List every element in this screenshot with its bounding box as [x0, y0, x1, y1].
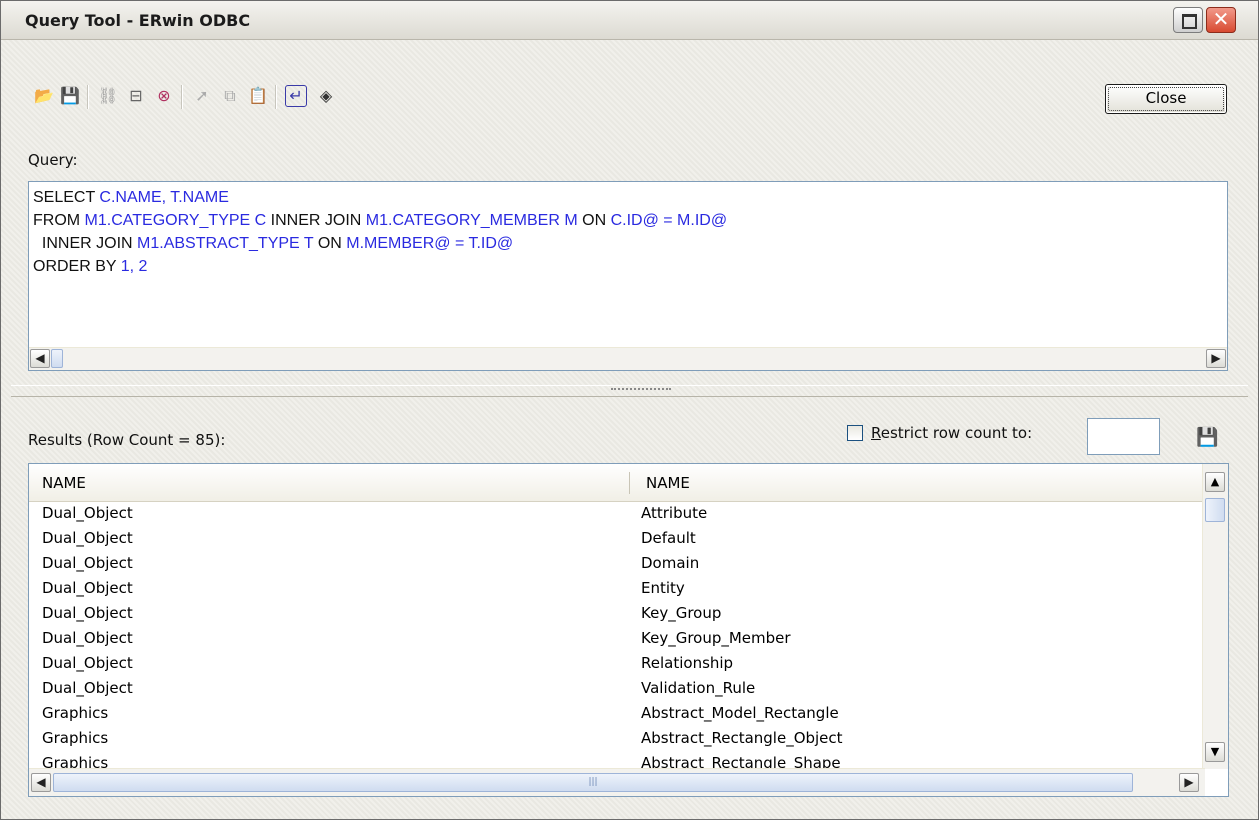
- restrict-row-count-checkbox[interactable]: [847, 425, 863, 441]
- cell-type-name[interactable]: Validation_Rule: [641, 679, 755, 697]
- table-row[interactable]: Dual_Object Default: [29, 527, 1199, 552]
- cell-category-name[interactable]: Dual_Object: [42, 504, 133, 522]
- sql-identifier: M1.ABSTRACT_TYPE T: [137, 235, 318, 252]
- results-label: Results (Row Count = 85):: [28, 431, 226, 449]
- cell-type-name[interactable]: Default: [641, 529, 696, 547]
- cell-category-name[interactable]: Dual_Object: [42, 604, 133, 622]
- sql-keyword: ON: [317, 235, 347, 252]
- results-grid[interactable]: NAME NAME Dual_Object Attribute Dual_Objec…: [28, 463, 1229, 797]
- table-row[interactable]: Dual_Object Domain: [29, 552, 1199, 577]
- restrict-row-count-input[interactable]: [1087, 418, 1160, 455]
- paste-icon[interactable]: 📋: [247, 85, 269, 107]
- sql-identifier: M1.CATEGORY_TYPE C: [84, 212, 271, 229]
- scroll-right-button[interactable]: ▶: [1179, 773, 1199, 792]
- sql-keyword: ON: [582, 212, 611, 229]
- query-label: Query:: [28, 151, 78, 169]
- sql-keyword: SELECT: [33, 189, 100, 206]
- open-icon[interactable]: 📂: [33, 85, 55, 107]
- table-row[interactable]: Dual_Object Key_Group: [29, 602, 1199, 627]
- table-row[interactable]: Dual_Object Entity: [29, 577, 1199, 602]
- close-button[interactable]: Close: [1105, 84, 1227, 114]
- cell-type-name[interactable]: Relationship: [641, 654, 733, 672]
- cell-type-name[interactable]: Domain: [641, 554, 699, 572]
- scroll-thumb[interactable]: [51, 349, 63, 368]
- cell-category-name[interactable]: Dual_Object: [42, 629, 133, 647]
- column-header-name-2[interactable]: NAME: [646, 474, 690, 492]
- sql-keyword: INNER JOIN: [270, 212, 366, 229]
- restrict-label-text: estrict row count to:: [880, 424, 1033, 442]
- window-title: Query Tool - ERwin ODBC: [25, 11, 251, 30]
- query-tool-window: Query Tool - ERwin ODBC ✕ 📂 💾 ⛓ ⊟ ⊗ ➚ ⧉ …: [0, 0, 1259, 820]
- cell-category-name[interactable]: Graphics: [42, 704, 108, 722]
- table-row[interactable]: Dual_Object Key_Group_Member: [29, 627, 1199, 652]
- table-row[interactable]: Dual_Object Attribute: [29, 502, 1199, 527]
- scroll-left-button[interactable]: ◀: [30, 349, 50, 368]
- grid-header: NAME NAME: [29, 464, 1205, 502]
- query-editor[interactable]: SELECT C.NAME, T.NAME FROM M1.CATEGORY_TY…: [28, 181, 1228, 371]
- table-row[interactable]: Graphics Abstract_Rectangle_Object: [29, 727, 1199, 752]
- sql-keyword: FROM: [33, 212, 85, 229]
- cell-category-name[interactable]: Dual_Object: [42, 679, 133, 697]
- window-close-button[interactable]: ✕: [1206, 7, 1236, 33]
- maximize-button[interactable]: [1173, 7, 1203, 33]
- sql-keyword: ORDER BY: [33, 258, 121, 275]
- cell-type-name[interactable]: Abstract_Rectangle_Object: [641, 729, 843, 747]
- cell-category-name[interactable]: Graphics: [42, 729, 108, 747]
- vertical-scroll-thumb[interactable]: [1205, 498, 1225, 522]
- save-icon[interactable]: 💾: [59, 85, 81, 107]
- table-row[interactable]: Graphics Abstract_Model_Rectangle: [29, 702, 1199, 727]
- scroll-left-button[interactable]: ◀: [31, 773, 51, 792]
- query-line: INNER JOIN M1.ABSTRACT_TYPE T ON M.MEMBE…: [33, 232, 727, 255]
- cell-type-name[interactable]: Key_Group_Member: [641, 629, 791, 647]
- cell-type-name[interactable]: Attribute: [641, 504, 707, 522]
- query-line: ORDER BY 1, 2: [33, 255, 727, 278]
- toolbar-separator: [275, 85, 277, 109]
- column-divider[interactable]: [629, 472, 630, 494]
- splitter-grip[interactable]: [611, 388, 671, 393]
- title-bar[interactable]: Query Tool - ERwin ODBC ✕: [1, 1, 1258, 40]
- sql-identifier: M1.CATEGORY_MEMBER M: [365, 212, 583, 229]
- table-row[interactable]: Dual_Object Relationship: [29, 652, 1199, 677]
- toolbar-separator: [181, 85, 183, 109]
- horizontal-scroll-thumb[interactable]: |||: [53, 773, 1133, 792]
- pane-splitter[interactable]: [11, 385, 1248, 397]
- query-horizontal-scrollbar[interactable]: ◀ ▶: [29, 347, 1227, 370]
- save-results-icon[interactable]: 💾: [1196, 427, 1218, 448]
- sql-identifier: 1, 2: [120, 258, 148, 275]
- table-row[interactable]: Dual_Object Validation_Rule: [29, 677, 1199, 702]
- query-text[interactable]: SELECT C.NAME, T.NAME FROM M1.CATEGORY_TY…: [33, 186, 727, 278]
- query-line: FROM M1.CATEGORY_TYPE C INNER JOIN M1.CA…: [33, 209, 727, 232]
- cell-category-name[interactable]: Dual_Object: [42, 554, 133, 572]
- cell-type-name[interactable]: Key_Group: [641, 604, 721, 622]
- results-vertical-scrollbar[interactable]: ▲ ▼: [1202, 464, 1228, 769]
- cell-type-name[interactable]: Abstract_Model_Rectangle: [641, 704, 839, 722]
- run-icon[interactable]: ➚: [191, 85, 213, 107]
- cell-category-name[interactable]: Dual_Object: [42, 529, 133, 547]
- copy-icon[interactable]: ⧉: [219, 85, 241, 107]
- sql-identifier: C.NAME, T.NAME: [99, 189, 229, 206]
- scroll-down-button[interactable]: ▼: [1205, 742, 1225, 762]
- stop-icon[interactable]: ⊗: [153, 85, 175, 107]
- sql-identifier: M.MEMBER@ = T.ID@: [346, 235, 514, 252]
- tree-icon[interactable]: ⊟: [125, 85, 147, 107]
- enter-icon[interactable]: ↵: [285, 85, 307, 107]
- column-header-name-1[interactable]: NAME: [42, 474, 86, 492]
- query-line: SELECT C.NAME, T.NAME: [33, 186, 727, 209]
- scroll-right-button[interactable]: ▶: [1206, 349, 1226, 368]
- scroll-up-button[interactable]: ▲: [1205, 472, 1225, 492]
- eraser-icon[interactable]: ◈: [315, 85, 337, 107]
- toolbar-separator: [87, 85, 89, 109]
- sql-keyword: INNER JOIN: [33, 235, 138, 252]
- cell-category-name[interactable]: Dual_Object: [42, 579, 133, 597]
- restrict-mnemonic: R: [871, 424, 881, 442]
- restrict-row-count-label[interactable]: Restrict row count to:: [871, 424, 1032, 442]
- cell-type-name[interactable]: Entity: [641, 579, 685, 597]
- sql-identifier: C.ID@ = M.ID@: [610, 212, 728, 229]
- cell-category-name[interactable]: Dual_Object: [42, 654, 133, 672]
- link-icon[interactable]: ⛓: [97, 85, 119, 107]
- results-horizontal-scrollbar[interactable]: ◀ ||| ▶: [29, 768, 1205, 796]
